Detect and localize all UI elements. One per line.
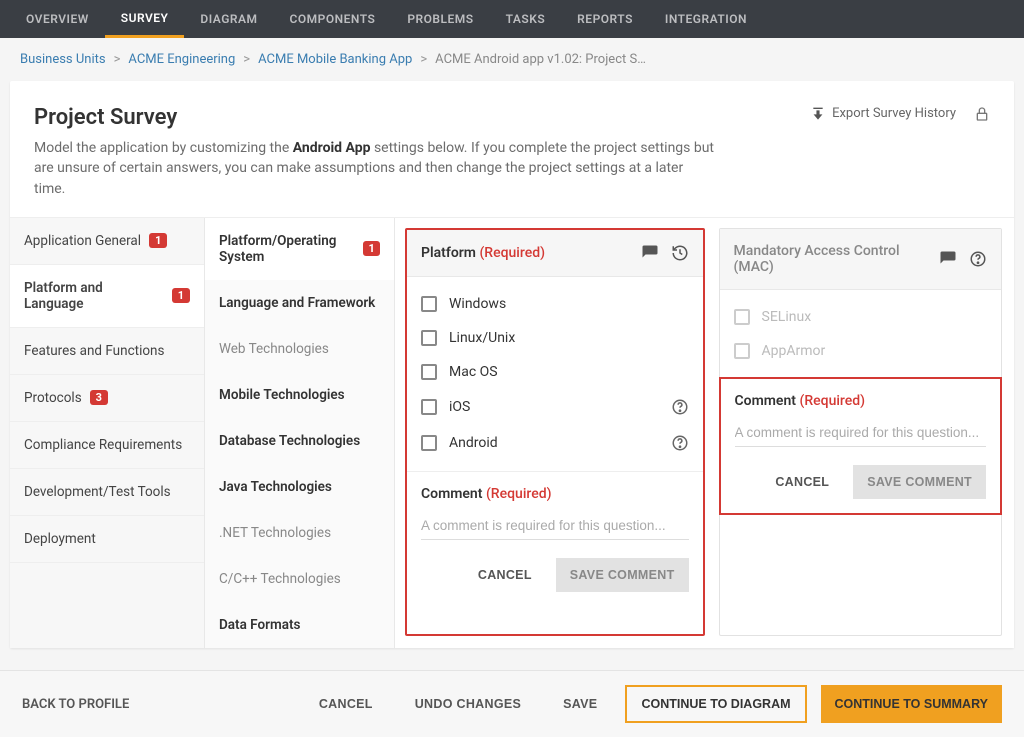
badge: 1 [172, 288, 190, 303]
footer-undo-button[interactable]: UNDO CHANGES [401, 687, 535, 721]
option-android[interactable]: Android [421, 425, 689, 461]
badge: 1 [149, 233, 167, 248]
breadcrumb-current: ACME Android app v1.02: Project S… [435, 52, 646, 67]
option-linux[interactable]: Linux/Unix [421, 321, 689, 355]
subcategory-nav: Platform/Operating System 1 Language and… [205, 218, 395, 648]
checkbox-icon[interactable] [421, 330, 437, 346]
option-ios[interactable]: iOS [421, 389, 689, 425]
subcategory-web-tech[interactable]: Web Technologies [205, 326, 394, 372]
checkbox-icon [734, 309, 750, 325]
category-devtest-tools[interactable]: Development/Test Tools [10, 469, 204, 516]
breadcrumb-link[interactable]: Business Units [20, 52, 106, 67]
checkbox-icon[interactable] [421, 364, 437, 380]
footer-save-button[interactable]: SAVE [549, 687, 611, 721]
option-macos[interactable]: Mac OS [421, 355, 689, 389]
breadcrumb-link[interactable]: ACME Engineering [128, 52, 235, 67]
option-windows[interactable]: Windows [421, 287, 689, 321]
category-features-functions[interactable]: Features and Functions [10, 328, 204, 375]
help-icon[interactable] [671, 398, 689, 416]
checkbox-icon[interactable] [421, 399, 437, 415]
tab-tasks[interactable]: TASKS [490, 0, 562, 38]
category-application-general[interactable]: Application General 1 [10, 218, 204, 265]
top-nav: OVERVIEW SURVEY DIAGRAM COMPONENTS PROBL… [0, 0, 1024, 38]
save-comment-button[interactable]: SAVE COMMENT [853, 465, 986, 499]
subcategory-platform-os[interactable]: Platform/Operating System 1 [205, 218, 394, 280]
checkbox-icon[interactable] [421, 296, 437, 312]
tab-diagram[interactable]: DIAGRAM [184, 0, 273, 38]
badge: 1 [363, 241, 380, 256]
help-icon[interactable] [969, 250, 987, 268]
tab-components[interactable]: COMPONENTS [274, 0, 392, 38]
category-protocols[interactable]: Protocols 3 [10, 375, 204, 422]
comment-label: Comment (Required) [421, 486, 689, 502]
option-apparmor: AppArmor [734, 334, 987, 368]
export-history-button[interactable]: Export Survey History [810, 105, 956, 121]
subcategory-cpp-tech[interactable]: C/C++ Technologies [205, 556, 394, 602]
category-compliance[interactable]: Compliance Requirements [10, 422, 204, 469]
footer-cancel-button[interactable]: CANCEL [305, 687, 387, 721]
checkbox-icon [734, 343, 750, 359]
footer-bar: BACK TO PROFILE CANCEL UNDO CHANGES SAVE… [0, 670, 1024, 737]
subcategory-java-tech[interactable]: Java Technologies [205, 464, 394, 510]
subcategory-language-framework[interactable]: Language and Framework [205, 280, 394, 326]
panel-mac: Mandatory Access Control (MAC) SELinux [719, 228, 1002, 636]
panel-platform: Platform (Required) [405, 228, 705, 636]
category-deployment[interactable]: Deployment [10, 516, 204, 563]
cancel-comment-button[interactable]: CANCEL [761, 465, 843, 499]
comment-icon[interactable] [641, 244, 659, 262]
tab-overview[interactable]: OVERVIEW [10, 0, 105, 38]
subcategory-dotnet-tech[interactable]: .NET Technologies [205, 510, 394, 556]
category-nav: Application General 1 Platform and Langu… [10, 218, 205, 648]
tab-survey[interactable]: SURVEY [105, 0, 185, 38]
tab-integration[interactable]: INTEGRATION [649, 0, 763, 38]
page-title: Project Survey [34, 105, 714, 130]
checkbox-icon[interactable] [421, 435, 437, 451]
tab-reports[interactable]: REPORTS [561, 0, 649, 38]
back-to-profile-button[interactable]: BACK TO PROFILE [22, 697, 129, 712]
subcategory-database-tech[interactable]: Database Technologies [205, 418, 394, 464]
question-panels: Platform (Required) [395, 218, 1014, 648]
option-selinux: SELinux [734, 300, 987, 334]
save-comment-button[interactable]: SAVE COMMENT [556, 558, 689, 592]
comment-label: Comment (Required) [735, 393, 986, 409]
main-card: Project Survey Model the application by … [10, 81, 1014, 648]
breadcrumb: Business Units > ACME Engineering > ACME… [0, 38, 1024, 81]
category-platform-language[interactable]: Platform and Language 1 [10, 265, 204, 328]
tab-problems[interactable]: PROBLEMS [391, 0, 489, 38]
breadcrumb-link[interactable]: ACME Mobile Banking App [258, 52, 412, 67]
download-icon [810, 105, 826, 121]
history-icon[interactable] [671, 244, 689, 262]
comment-input[interactable] [421, 512, 689, 540]
continue-diagram-button[interactable]: CONTINUE TO DIAGRAM [625, 685, 806, 723]
comment-icon[interactable] [939, 250, 957, 268]
lock-icon[interactable] [974, 105, 990, 123]
continue-summary-button[interactable]: CONTINUE TO SUMMARY [821, 685, 1002, 723]
help-icon[interactable] [671, 434, 689, 452]
page-description: Model the application by customizing the… [34, 138, 714, 199]
cancel-comment-button[interactable]: CANCEL [464, 558, 546, 592]
comment-input[interactable] [735, 419, 986, 447]
subcategory-data-formats[interactable]: Data Formats [205, 602, 394, 648]
subcategory-mobile-tech[interactable]: Mobile Technologies [205, 372, 394, 418]
badge: 3 [90, 390, 108, 405]
panel-title: Mandatory Access Control (MAC) [734, 243, 939, 275]
panel-title: Platform (Required) [421, 245, 545, 261]
